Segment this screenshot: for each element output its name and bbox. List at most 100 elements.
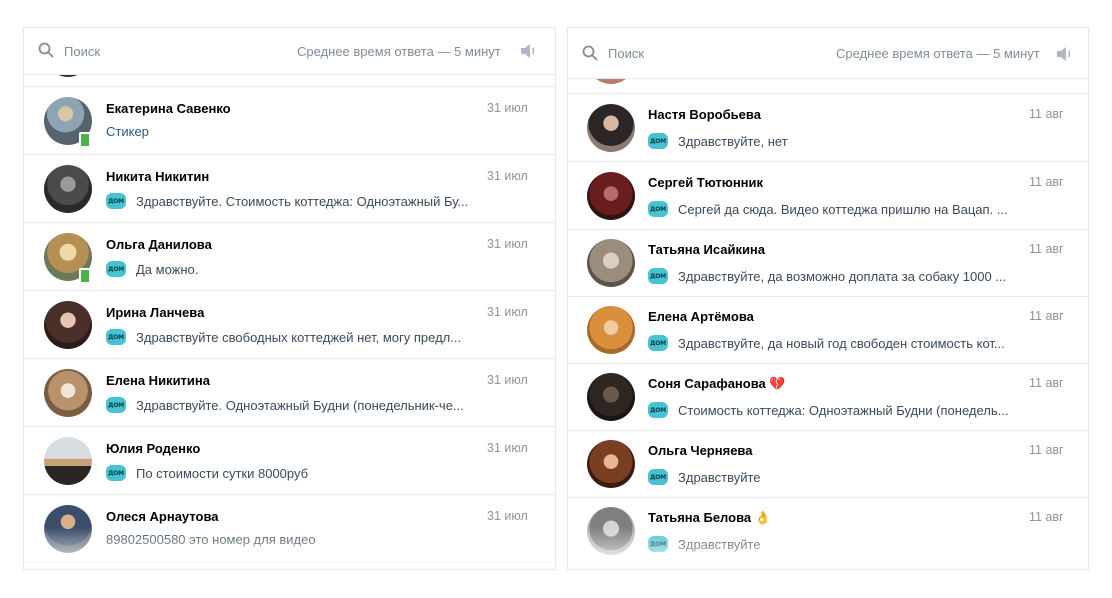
community-badge-icon: ДОМ bbox=[106, 397, 126, 413]
avatar bbox=[587, 440, 635, 488]
avatar bbox=[587, 373, 635, 421]
message-date: 11 авг bbox=[1029, 376, 1064, 390]
community-badge-icon: ДОМ bbox=[106, 261, 126, 277]
search-icon bbox=[582, 45, 598, 61]
message-preview: Да можно. bbox=[136, 261, 199, 277]
avatar bbox=[587, 104, 635, 152]
message-date: 11 авг bbox=[1029, 510, 1064, 524]
contact-name[interactable]: Сергей Тютюнник bbox=[648, 175, 763, 190]
search-input[interactable]: Поиск bbox=[64, 44, 100, 59]
response-time-label: Среднее время ответа — 5 минут bbox=[297, 43, 501, 59]
contact-name[interactable]: Никита Никитин bbox=[106, 169, 209, 184]
message-date: 11 авг bbox=[1029, 175, 1064, 189]
dialog-row[interactable]: Елена Никитина 31 июл ДОМ Здравствуйте. … bbox=[24, 359, 555, 427]
message-preview: Здравствуйте. Стоимость коттеджа: Одноэт… bbox=[136, 193, 469, 209]
message-date: 11 авг bbox=[1029, 443, 1064, 457]
community-badge-icon: ДОМ bbox=[106, 329, 126, 345]
message-preview: Здравствуйте, да возможно доплата за соб… bbox=[678, 268, 1007, 284]
avatar bbox=[587, 507, 635, 555]
contact-name[interactable]: Ольга Черняева bbox=[648, 443, 752, 458]
message-date: 31 июл bbox=[487, 169, 528, 183]
message-preview: Здравствуйте, да новый год свободен стои… bbox=[678, 335, 1005, 351]
message-date: 11 авг bbox=[1029, 107, 1064, 121]
message-date: 31 июл bbox=[487, 237, 528, 251]
dialog-row[interactable]: Ирина Ланчева 31 июл ДОМ Здравствуйте св… bbox=[24, 291, 555, 359]
contact-name-text: Татьяна Белова bbox=[648, 510, 752, 525]
message-date: 11 авг bbox=[1029, 242, 1064, 256]
ok-hand-icon: 👌 bbox=[754, 511, 771, 526]
community-badge-icon: ДОМ bbox=[648, 133, 668, 149]
dialog-list: Настя Воробьева 11 авг ДОМ Здравствуйте,… bbox=[568, 36, 1088, 569]
dialog-row[interactable]: Екатерина Савенко 31 июл Стикер bbox=[24, 87, 555, 155]
speaker-icon[interactable] bbox=[1055, 46, 1073, 62]
speaker-icon[interactable] bbox=[519, 43, 537, 59]
contact-name[interactable]: Соня Сарафанова 💔 bbox=[648, 376, 786, 392]
dialog-row[interactable]: Татьяна Исайкина 11 авг ДОМ Здравствуйте… bbox=[568, 229, 1088, 297]
community-badge-icon: ДОМ bbox=[648, 201, 668, 217]
dialogs-panel-right: Поиск Среднее время ответа — 5 минут Нас… bbox=[567, 27, 1089, 570]
message-preview: 89802500580 это номер для видео bbox=[106, 532, 316, 547]
message-date: 31 июл bbox=[487, 101, 528, 115]
message-date: 31 июл bbox=[487, 441, 528, 455]
community-badge-icon: ДОМ bbox=[648, 335, 668, 351]
dialog-row[interactable]: Ольга Данилова 31 июл ДОМ Да можно. bbox=[24, 223, 555, 291]
message-preview: Стоимость коттеджа: Одноэтажный Будни (п… bbox=[678, 402, 1009, 418]
dialog-list: Екатерина Савенко 31 июл Стикер Никита Н… bbox=[24, 29, 555, 569]
avatar bbox=[44, 165, 92, 213]
online-mobile-indicator bbox=[79, 132, 91, 148]
contact-name[interactable]: Татьяна Белова 👌 bbox=[648, 510, 771, 526]
avatar bbox=[587, 306, 635, 354]
avatar bbox=[44, 301, 92, 349]
message-date: 31 июл bbox=[487, 373, 528, 387]
avatar bbox=[44, 437, 92, 485]
community-badge-icon: ДОМ bbox=[106, 465, 126, 481]
message-date: 31 июл bbox=[487, 305, 528, 319]
contact-name[interactable]: Олеся Арнаутова bbox=[106, 509, 219, 524]
avatar bbox=[44, 505, 92, 553]
dialog-row[interactable]: Настя Воробьева 11 авг ДОМ Здравствуйте,… bbox=[568, 94, 1088, 162]
message-preview: Здравствуйте bbox=[678, 469, 761, 485]
message-preview: Стикер bbox=[106, 124, 149, 139]
avatar bbox=[587, 172, 635, 220]
dialog-row[interactable]: Соня Сарафанова 💔 11 авг ДОМ Стоимость к… bbox=[568, 363, 1088, 431]
dialog-row[interactable]: Сергей Тютюнник 11 авг ДОМ Сергей да сюд… bbox=[568, 162, 1088, 230]
contact-name[interactable]: Екатерина Савенко bbox=[106, 101, 231, 116]
contact-name[interactable]: Татьяна Исайкина bbox=[648, 242, 765, 257]
avatar bbox=[44, 369, 92, 417]
message-preview: Сергей да сюда. Видео коттеджа пришлю на… bbox=[678, 201, 1008, 217]
contact-name[interactable]: Ольга Данилова bbox=[106, 237, 212, 252]
avatar bbox=[587, 239, 635, 287]
community-badge-icon: ДОМ bbox=[648, 402, 668, 418]
message-date: 11 авг bbox=[1029, 309, 1064, 323]
search-icon bbox=[38, 42, 54, 58]
message-preview: Здравствуйте свободных коттеджей нет, мо… bbox=[136, 329, 462, 345]
message-preview: Здравствуйте. Одноэтажный Будни (понедел… bbox=[136, 397, 464, 413]
broken-heart-icon: 💔 bbox=[769, 377, 786, 392]
contact-name[interactable]: Ирина Ланчева bbox=[106, 305, 204, 320]
community-badge-icon: ДОМ bbox=[648, 536, 668, 552]
search-bar[interactable]: Поиск Среднее время ответа — 5 минут bbox=[568, 28, 1088, 79]
dialog-row[interactable]: Елена Артёмова 11 авг ДОМ Здравствуйте, … bbox=[568, 296, 1088, 364]
dialog-row[interactable]: Олеся Арнаутова 31 июл 89802500580 это н… bbox=[24, 495, 555, 563]
contact-name[interactable]: Юлия Роденко bbox=[106, 441, 200, 456]
dialog-row[interactable]: Никита Никитин 31 июл ДОМ Здравствуйте. … bbox=[24, 155, 555, 223]
message-preview: Здравствуйте, нет bbox=[678, 133, 788, 149]
search-input[interactable]: Поиск bbox=[608, 46, 644, 61]
search-bar[interactable]: Поиск Среднее время ответа — 5 минут bbox=[24, 28, 555, 75]
contact-name-text: Соня Сарафанова bbox=[648, 376, 766, 391]
message-preview: По стоимости сутки 8000руб bbox=[136, 465, 309, 481]
contact-name[interactable]: Настя Воробьева bbox=[648, 107, 761, 122]
online-mobile-indicator bbox=[79, 268, 91, 284]
contact-name[interactable]: Елена Артёмова bbox=[648, 309, 754, 324]
dialog-row[interactable]: Ольга Черняева 11 авг ДОМ Здравствуйте bbox=[568, 430, 1088, 498]
community-badge-icon: ДОМ bbox=[648, 469, 668, 485]
dialogs-panel-left: Поиск Среднее время ответа — 5 минут Ека… bbox=[23, 27, 556, 570]
response-time-label: Среднее время ответа — 5 минут bbox=[836, 45, 1040, 61]
community-badge-icon: ДОМ bbox=[106, 193, 126, 209]
message-preview: Здравствуйте bbox=[678, 536, 761, 552]
contact-name[interactable]: Елена Никитина bbox=[106, 373, 210, 388]
dialog-row[interactable]: Татьяна Белова 👌 11 авг ДОМ Здравствуйте bbox=[568, 497, 1088, 565]
dialog-row[interactable]: Юлия Роденко 31 июл ДОМ По стоимости сут… bbox=[24, 427, 555, 495]
community-badge-icon: ДОМ bbox=[648, 268, 668, 284]
message-date: 31 июл bbox=[487, 509, 528, 523]
